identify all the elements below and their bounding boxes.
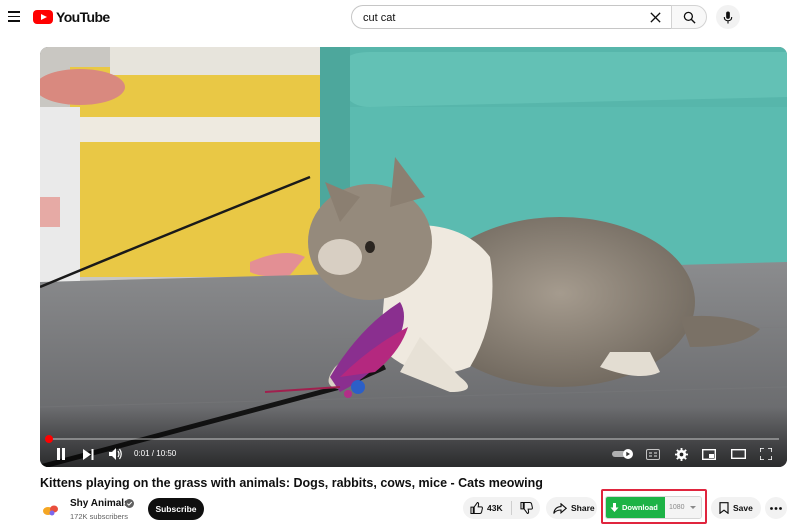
more-actions-button[interactable] [765, 497, 787, 519]
save-icon [719, 502, 729, 514]
settings-button[interactable] [672, 446, 690, 462]
channel-logo-icon [43, 505, 58, 516]
chevron-down-icon [690, 506, 696, 509]
video-frame [40, 47, 787, 467]
time-display: 0:01 / 10:50 [134, 449, 177, 458]
scrubber-handle[interactable] [45, 435, 53, 443]
video-title: Kittens playing on the grass with animal… [40, 476, 543, 490]
subscribe-button[interactable]: Subscribe [148, 498, 204, 520]
search-button[interactable] [671, 5, 707, 29]
captions-button[interactable] [644, 446, 662, 462]
share-button[interactable]: Share [546, 497, 597, 519]
download-widget: Download 1080 [605, 496, 702, 519]
youtube-logo[interactable]: YouTube [33, 9, 110, 25]
fullscreen-button[interactable] [757, 446, 775, 462]
like-icon [470, 502, 483, 514]
like-dislike-group: 43K [463, 497, 540, 519]
more-icon [770, 506, 782, 510]
voice-search-button[interactable] [716, 5, 740, 29]
autoplay-toggle-icon [612, 449, 633, 459]
save-button[interactable]: Save [711, 497, 761, 519]
pause-button[interactable] [54, 446, 68, 462]
mic-icon [723, 10, 733, 24]
search-icon [683, 11, 696, 24]
download-button[interactable]: Download [606, 497, 665, 518]
save-label: Save [733, 503, 753, 513]
search-box [351, 5, 671, 29]
fullscreen-icon [760, 448, 772, 460]
next-button[interactable] [81, 446, 95, 462]
dislike-icon [519, 502, 533, 514]
share-label: Share [571, 503, 595, 513]
search-bar [351, 5, 707, 29]
quality-value: 1080 [669, 504, 685, 511]
captions-icon [646, 448, 660, 460]
miniplayer-button[interactable] [700, 446, 718, 462]
search-input[interactable] [363, 10, 633, 25]
theater-mode-button[interactable] [729, 446, 747, 462]
volume-button[interactable] [108, 446, 124, 462]
channel-name[interactable]: Shy Animals [70, 498, 130, 509]
logo-text: YouTube [56, 9, 110, 25]
subscriber-count: 172K subscribers [70, 512, 128, 521]
progress-bar[interactable] [48, 438, 779, 440]
clear-icon[interactable] [649, 11, 662, 24]
pause-icon [57, 448, 65, 460]
volume-icon [109, 448, 122, 460]
download-icon [610, 502, 619, 512]
verified-icon [125, 499, 134, 508]
theater-icon [730, 449, 746, 459]
channel-avatar[interactable] [40, 498, 62, 520]
like-button[interactable]: 43K [463, 502, 511, 514]
dislike-button[interactable] [512, 502, 540, 514]
autoplay-toggle[interactable] [611, 446, 635, 462]
next-icon [82, 448, 93, 460]
like-count: 43K [487, 503, 503, 513]
miniplayer-icon [702, 448, 716, 460]
download-label: Download [622, 503, 658, 512]
quality-select[interactable]: 1080 [665, 497, 701, 518]
menu-icon[interactable] [8, 11, 20, 22]
youtube-logo-icon [33, 10, 53, 24]
settings-icon [674, 447, 688, 461]
video-player[interactable]: 0:01 / 10:50 [40, 47, 787, 467]
share-icon [553, 502, 567, 514]
